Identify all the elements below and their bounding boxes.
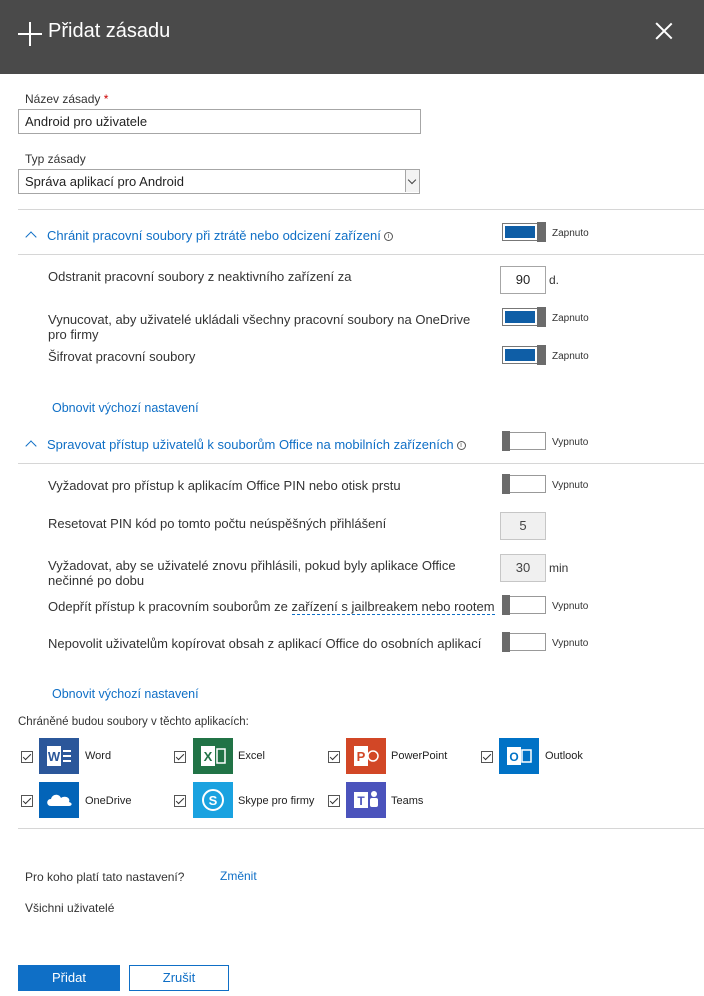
reset-pin-input[interactable]: 5 — [500, 512, 546, 540]
app-checkbox-outlook[interactable] — [481, 751, 493, 763]
apps-label: Chráněné budou soubory v těchto aplikací… — [18, 716, 249, 728]
svg-text:O: O — [509, 750, 518, 764]
policy-type-select[interactable]: Správa aplikací pro Android — [18, 169, 420, 194]
jailbreak-text: Odepřít přístup k pracovním souborům ze — [48, 599, 292, 614]
divider — [18, 828, 704, 829]
relogin-setting-label: Vyžadovat, aby se uživatelé znovu přihlá… — [48, 558, 456, 588]
app-checkbox-onedrive[interactable] — [21, 795, 33, 807]
app-name-onedrive: OneDrive — [85, 795, 132, 807]
wipe-setting-label: Odstranit pracovní soubory z neaktivního… — [48, 269, 352, 284]
copy-setting-label: Nepovolit uživatelům kopírovat obsah z a… — [48, 636, 482, 651]
policy-type-value: Správa aplikací pro Android — [25, 174, 184, 189]
onedrive-toggle-label: Zapnuto — [552, 313, 589, 324]
wipe-days-unit: d. — [549, 273, 560, 287]
policy-name-label-text: Název zásady — [25, 92, 101, 106]
onedrive-setting-label: Vynucovat, aby uživatelé ukládali všechn… — [48, 312, 471, 342]
svg-text:W: W — [48, 749, 61, 764]
section-access-title: Spravovat přístup uživatelů k souborům O… — [47, 437, 454, 452]
jailbreak-toggle-label: Vypnuto — [552, 601, 589, 612]
teams-icon: T — [346, 782, 386, 818]
required-mark: * — [103, 92, 109, 106]
svg-text:T: T — [357, 794, 365, 808]
assignment-question: Pro koho platí tato nastavení? — [25, 870, 185, 884]
policy-name-label: Název zásady * — [25, 92, 108, 106]
policy-name-input[interactable]: Android pro uživatele — [18, 109, 421, 134]
reset-defaults-link[interactable]: Obnovit výchozí nastavení — [52, 687, 199, 701]
add-policy-panel: Přidat zásadu Název zásady * Android pro… — [0, 0, 704, 996]
section-protect-title: Chránit pracovní soubory při ztrátě nebo… — [47, 228, 381, 243]
app-checkbox-excel[interactable] — [174, 751, 186, 763]
add-button[interactable]: Přidat — [18, 965, 120, 991]
svg-text:S: S — [209, 793, 218, 808]
svg-text:P: P — [357, 749, 366, 764]
section-access-toggle[interactable] — [502, 431, 546, 451]
divider — [18, 463, 704, 464]
app-name-teams: Teams — [391, 795, 424, 807]
app-name-skype: Skype pro firmy — [238, 795, 315, 807]
chevron-up-icon[interactable] — [25, 440, 37, 452]
encrypt-toggle[interactable] — [502, 345, 546, 365]
info-icon[interactable]: i — [456, 441, 466, 450]
app-name-word: Word — [85, 750, 112, 762]
pin-setting-label: Vyžadovat pro přístup k aplikacím Office… — [48, 478, 401, 493]
assignment-value: Všichni uživatelé — [25, 901, 115, 915]
app-checkbox-word[interactable] — [21, 751, 33, 763]
svg-text:X: X — [204, 749, 213, 764]
app-name-outlook: Outlook — [545, 750, 583, 762]
app-checkbox-teams[interactable] — [328, 795, 340, 807]
divider — [18, 254, 704, 255]
relogin-minutes-input[interactable]: 30 — [500, 554, 546, 582]
plus-icon — [18, 22, 42, 46]
panel-title: Přidat zásadu — [48, 20, 171, 42]
close-icon[interactable] — [655, 22, 673, 40]
divider — [18, 209, 704, 210]
onedrive-icon — [39, 782, 79, 818]
panel-header: Přidat zásadu — [0, 0, 704, 74]
change-assignment-link[interactable]: Změnit — [220, 869, 257, 883]
pin-toggle-label: Vypnuto — [552, 480, 589, 491]
chevron-up-icon[interactable] — [25, 231, 37, 243]
app-checkbox-powerpoint[interactable] — [328, 751, 340, 763]
excel-icon: X — [193, 738, 233, 774]
copy-toggle-label: Vypnuto — [552, 638, 589, 649]
onedrive-toggle[interactable] — [502, 307, 546, 327]
section-access-toggle-label: Vypnuto — [552, 437, 589, 448]
info-icon[interactable]: i — [383, 232, 393, 241]
app-name-powerpoint: PowerPoint — [391, 750, 448, 762]
section-protect-toggle[interactable] — [502, 222, 546, 242]
app-checkbox-skype[interactable] — [174, 795, 186, 807]
skype-icon: S — [193, 782, 233, 818]
encrypt-setting-label: Šifrovat pracovní soubory — [48, 349, 196, 364]
copy-toggle[interactable] — [502, 632, 546, 652]
pin-toggle[interactable] — [502, 474, 546, 494]
word-icon: W — [39, 738, 79, 774]
reset-defaults-link[interactable]: Obnovit výchozí nastavení — [52, 401, 199, 415]
jailbreak-toggle[interactable] — [502, 595, 546, 615]
section-protect-header[interactable]: Chránit pracovní soubory při ztrátě nebo… — [47, 228, 393, 243]
policy-type-label: Typ zásady — [25, 152, 86, 166]
powerpoint-icon: P — [346, 738, 386, 774]
section-protect-toggle-label: Zapnuto — [552, 228, 589, 239]
reset-pin-setting-label: Resetovat PIN kód po tomto počtu neúspěš… — [48, 516, 387, 531]
jailbreak-setting-label: Odepřít přístup k pracovním souborům ze … — [48, 599, 495, 615]
chevron-down-icon[interactable] — [405, 170, 419, 192]
encrypt-toggle-label: Zapnuto — [552, 351, 589, 362]
wipe-days-input[interactable]: 90 — [500, 266, 546, 294]
jailbreak-definition-link[interactable]: zařízení s jailbreakem nebo rootem — [291, 599, 495, 615]
section-access-header[interactable]: Spravovat přístup uživatelů k souborům O… — [47, 437, 466, 452]
app-name-excel: Excel — [238, 750, 265, 762]
outlook-icon: O — [499, 738, 539, 774]
relogin-minutes-unit: min — [549, 561, 569, 575]
cancel-button[interactable]: Zrušit — [129, 965, 229, 991]
